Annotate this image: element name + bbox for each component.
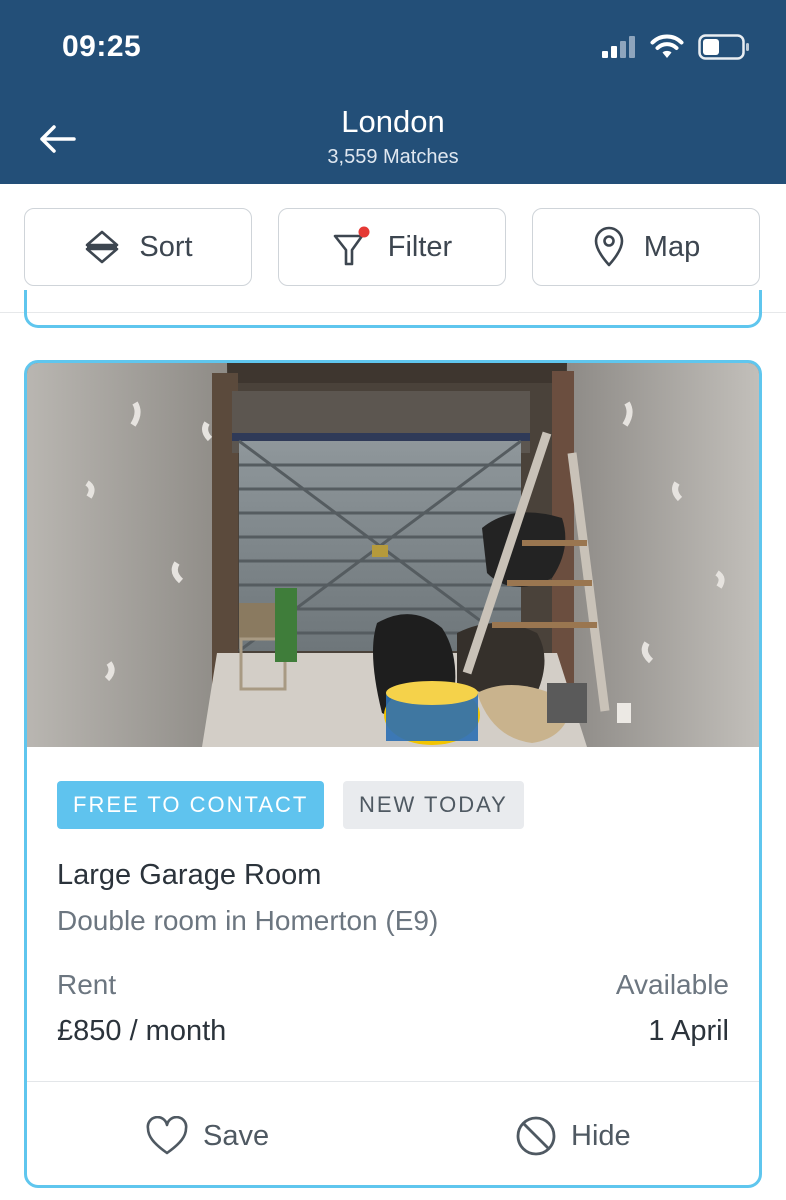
wifi-icon [650, 34, 684, 58]
listing-photo [27, 363, 759, 747]
new-today-badge: NEW TODAY [343, 781, 524, 829]
listing-title: Large Garage Room [57, 859, 322, 891]
nav-bar: London 3,559 Matches [0, 98, 786, 184]
heart-icon [146, 1116, 188, 1155]
free-to-contact-badge: FREE TO CONTACT [57, 781, 325, 829]
filter-active-dot [358, 226, 370, 238]
save-label: Save [203, 1119, 270, 1152]
cellular-signal-icon [602, 36, 635, 58]
card-divider [27, 1081, 759, 1082]
listing-subtitle: Double room in Homerton (E9) [57, 905, 439, 936]
status-icons [602, 34, 750, 60]
status-time: 09:25 [62, 30, 142, 63]
sort-button[interactable]: Sort [24, 208, 252, 286]
hide-circle-slash-icon [516, 1116, 556, 1156]
match-count: 3,559 Matches [327, 146, 459, 168]
filter-button[interactable]: Filter [278, 208, 506, 286]
page-title: London [341, 104, 445, 139]
map-label: Map [643, 230, 701, 263]
previous-listing-card[interactable] [24, 290, 762, 328]
map-pin-icon [594, 226, 624, 267]
sort-label: Sort [139, 230, 193, 263]
listing-card[interactable]: FREE TO CONTACT NEW TODAY Large Garage R… [24, 360, 762, 1188]
rent-label: Rent [57, 969, 117, 1000]
map-button[interactable]: Map [532, 208, 760, 286]
filter-icon [333, 226, 370, 266]
filter-label: Filter [387, 230, 453, 263]
save-button[interactable]: Save [145, 1111, 269, 1161]
sort-icon [86, 230, 119, 264]
hide-button[interactable]: Hide [515, 1111, 631, 1161]
available-label: Available [615, 969, 729, 1000]
rent-value: £850 / month [57, 1015, 227, 1047]
available-value: 1 April [648, 1015, 729, 1047]
status-bar: 09:25 [0, 0, 786, 98]
hide-label: Hide [571, 1119, 631, 1152]
battery-icon [698, 34, 749, 60]
